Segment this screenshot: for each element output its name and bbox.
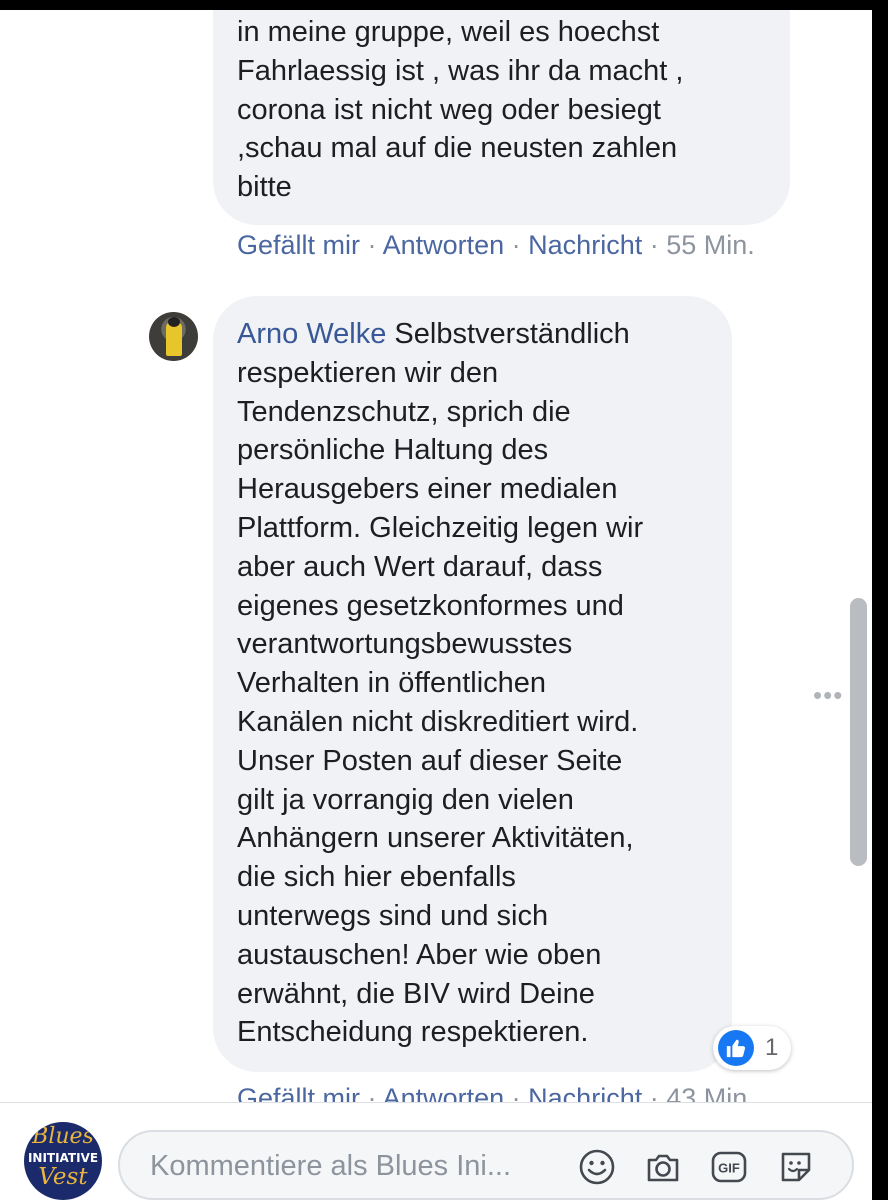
separator: · [649,230,659,260]
comment-actions: Gefällt mir · Antworten · Nachricht · 55… [237,230,755,261]
emoji-icon[interactable] [578,1148,616,1186]
comment-text: Selbstverständlich respektieren wir den … [237,318,644,1049]
scrollbar[interactable] [850,598,867,866]
avatar-figure [166,322,182,356]
message-link[interactable]: Nachricht [528,1083,642,1102]
comment-timestamp: 43 Min. [666,1083,755,1102]
logo-line-2: INITIATIVE [27,1151,99,1165]
gif-icon[interactable]: GIF [710,1148,748,1186]
separator: · [649,1083,659,1102]
comment-input[interactable]: Kommentiere als Blues Ini... GIF [118,1130,854,1200]
page-avatar[interactable]: Blues INITIATIVE Vest [24,1122,102,1200]
like-link[interactable]: Gefällt mir [237,1083,360,1102]
camera-icon[interactable] [644,1148,682,1186]
separator: · [511,230,521,260]
comment-text: in meine gruppe, weil es hoechst Fahrlae… [237,16,684,204]
comment-composer: Blues INITIATIVE Vest Kommentiere als Bl… [0,1102,872,1200]
comment-input-placeholder: Kommentiere als Blues Ini... [150,1150,512,1182]
comment-actions: Gefällt mir · Antworten · Nachricht · 43… [237,1078,755,1102]
separator: · [367,1083,377,1102]
sticker-icon[interactable] [777,1148,815,1186]
comment-body: Arno Welke Selbstverständlich respektier… [237,315,712,1052]
separator: · [367,230,377,260]
reaction-count: 1 [765,1034,779,1061]
comment-bubble: Arno Welke Selbstverständlich respektier… [213,296,732,1072]
more-options-icon[interactable]: ••• [813,680,843,711]
comment-bubble: in meine gruppe, weil es hoechst Fahrlae… [213,10,790,225]
avatar[interactable] [149,312,198,361]
reply-link[interactable]: Antworten [383,1083,505,1102]
like-icon [718,1030,754,1066]
logo-line-1: Blues [32,1124,94,1149]
separator: · [511,1083,521,1102]
message-link[interactable]: Nachricht [528,230,642,260]
reaction-summary[interactable]: 1 [713,1026,791,1070]
avatar-head [168,317,180,327]
comment-thread-screen: in meine gruppe, weil es hoechst Fahrlae… [0,10,872,1200]
comment-timestamp: 55 Min. [666,230,755,260]
svg-text:GIF: GIF [718,1161,740,1176]
comment-author[interactable]: Arno Welke [237,318,386,350]
reply-link[interactable]: Antworten [383,230,505,260]
logo-line-3: Vest [38,1164,88,1190]
like-link[interactable]: Gefällt mir [237,230,360,260]
